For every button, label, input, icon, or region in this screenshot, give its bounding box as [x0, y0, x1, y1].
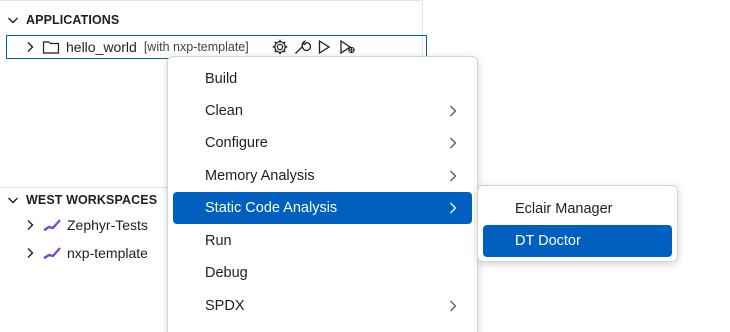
- applications-header-label: APPLICATIONS: [26, 13, 120, 27]
- gear-icon[interactable]: [271, 38, 289, 56]
- menu-item-clean[interactable]: Clean: [173, 95, 472, 127]
- menu-item-memory-analysis[interactable]: Memory Analysis: [173, 160, 472, 192]
- menu-item-label: Static Code Analysis: [205, 200, 338, 216]
- menu-item-run[interactable]: Run: [173, 225, 472, 257]
- app-label: hello_world: [66, 39, 137, 55]
- applications-section-header[interactable]: APPLICATIONS: [0, 9, 423, 31]
- menu-item-static-code-analysis[interactable]: Static Code Analysis: [173, 192, 472, 224]
- menu-item-configure[interactable]: Configure: [173, 127, 472, 159]
- west-workspaces-section-header[interactable]: WEST WORKSPACES: [0, 187, 168, 211]
- chevron-right-icon: [448, 169, 458, 183]
- menu-item-debug[interactable]: Debug: [173, 257, 472, 289]
- workspace-row-nxp-template[interactable]: nxp-template: [0, 241, 148, 265]
- chevron-right-icon: [448, 136, 458, 150]
- menu-item-label: Build: [205, 71, 238, 87]
- workspace-label: Zephyr-Tests: [67, 217, 148, 233]
- menu-item-label: SPDX: [205, 298, 245, 314]
- static-analysis-submenu: Eclair Manager DT Doctor: [477, 185, 678, 262]
- app-description: [with nxp-template]: [143, 40, 249, 54]
- app-actions: [271, 38, 357, 56]
- submenu-item-label: DT Doctor: [515, 233, 581, 249]
- menu-item-spdx[interactable]: SPDX: [173, 290, 472, 322]
- menu-item-label: Clean: [205, 103, 243, 119]
- submenu-item-dt-doctor[interactable]: DT Doctor: [483, 225, 672, 257]
- menu-item-label: Configure: [205, 135, 268, 151]
- menu-item-label: Run: [205, 233, 232, 249]
- menu-item-build[interactable]: Build: [173, 63, 472, 95]
- chevron-down-icon: [0, 14, 26, 26]
- debug-icon[interactable]: [337, 38, 357, 56]
- zephyr-icon: [43, 246, 61, 260]
- divider: [0, 0, 423, 1]
- submenu-item-label: Eclair Manager: [515, 201, 613, 217]
- chevron-down-icon: [0, 194, 26, 206]
- menu-item-label: Debug: [205, 265, 248, 281]
- context-menu: Build Clean Configure Memory Analysis St…: [167, 56, 478, 332]
- west-workspaces-header-label: WEST WORKSPACES: [26, 192, 158, 207]
- chevron-right-icon: [22, 219, 38, 231]
- workspace-row-zephyr-tests[interactable]: Zephyr-Tests: [0, 213, 148, 237]
- chevron-right-icon: [22, 41, 38, 53]
- chevron-right-icon: [448, 299, 458, 313]
- wrench-icon[interactable]: [293, 38, 311, 56]
- folder-icon: [42, 39, 60, 55]
- submenu-item-eclair-manager[interactable]: Eclair Manager: [483, 193, 672, 225]
- zephyr-icon: [43, 218, 61, 232]
- chevron-right-icon: [22, 247, 38, 259]
- chevron-right-icon: [448, 201, 458, 215]
- workspace-label: nxp-template: [67, 245, 148, 261]
- menu-item-label: Memory Analysis: [205, 168, 315, 184]
- chevron-right-icon: [448, 104, 458, 118]
- run-icon[interactable]: [315, 38, 333, 56]
